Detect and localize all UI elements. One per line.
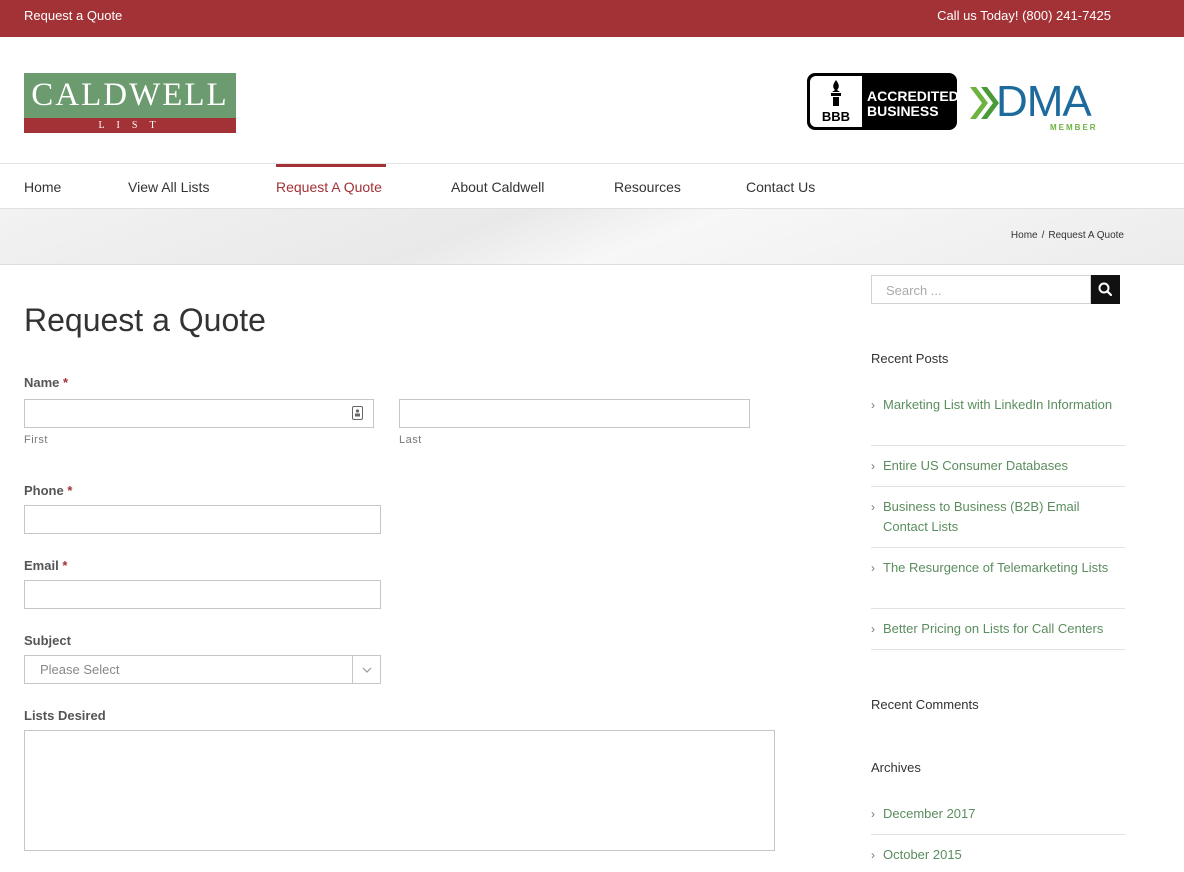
nav-home[interactable]: Home (24, 164, 61, 208)
chevron-right-icon: › (871, 848, 875, 862)
nav-resources[interactable]: Resources (614, 164, 681, 208)
required-mark: * (67, 483, 73, 498)
recent-post-item[interactable]: › Better Pricing on Lists for Call Cente… (871, 619, 1125, 650)
dma-text: DMA (996, 77, 1092, 126)
recent-post-item[interactable]: › Business to Business (B2B) Email Conta… (871, 497, 1125, 548)
recent-comments-heading: Recent Comments (871, 697, 979, 712)
page-title: Request a Quote (24, 302, 266, 338)
archives-heading: Archives (871, 760, 921, 775)
subject-select[interactable]: Please Select (24, 655, 381, 684)
archive-item[interactable]: › December 2017 (871, 804, 1125, 835)
subject-label: Subject (24, 633, 71, 648)
sidebar-search-input[interactable]: Search ... (871, 275, 1091, 304)
recent-post-link[interactable]: Better Pricing on Lists for Call Centers (883, 619, 1125, 639)
bbb-accredited-badge: BBB ACCREDITED BUSINESS (807, 73, 959, 130)
required-mark: * (63, 375, 69, 390)
name-label-text: Name (24, 375, 60, 390)
logo-sub-text: LIST COMPANY (24, 118, 236, 146)
breadcrumb-current: Request A Quote (1048, 230, 1124, 241)
phone-label: Phone * (24, 483, 72, 498)
top-request-quote-link[interactable]: Request a Quote (24, 8, 122, 23)
first-sublabel: First (24, 434, 48, 446)
chevron-right-icon: › (871, 459, 875, 473)
page-title-bar: Home / Request A Quote (0, 209, 1184, 265)
bbb-seal-text: BBB (821, 109, 851, 124)
breadcrumb: Home / Request A Quote (1011, 230, 1124, 241)
recent-post-link[interactable]: The Resurgence of Telemarketing Lists (883, 558, 1125, 578)
caldwell-logo[interactable]: CALDWELL LIST COMPANY (24, 73, 236, 146)
contact-card-glyph (355, 409, 360, 417)
recent-post-item[interactable]: › Entire US Consumer Databases (871, 456, 1125, 487)
search-icon (1098, 282, 1113, 297)
nav-view-all-lists[interactable]: View All Lists (128, 164, 209, 208)
breadcrumb-separator: / (1041, 230, 1045, 241)
nav-about-caldwell[interactable]: About Caldwell (451, 164, 544, 208)
search-placeholder: Search ... (886, 283, 942, 298)
recent-post-item[interactable]: › The Resurgence of Telemarketing Lists (871, 558, 1125, 609)
first-name-input[interactable] (24, 399, 374, 428)
chevron-right-icon: › (871, 561, 875, 575)
last-name-input[interactable] (399, 399, 750, 428)
recent-post-link[interactable]: Business to Business (B2B) Email Contact… (883, 497, 1125, 537)
recent-post-link[interactable]: Marketing List with LinkedIn Information (883, 395, 1125, 415)
phone-input[interactable] (24, 505, 381, 534)
email-label-text: Email (24, 558, 59, 573)
select-arrow[interactable] (352, 656, 380, 683)
torch-icon (831, 80, 841, 106)
recent-posts-heading: Recent Posts (871, 351, 949, 366)
nav-request-a-quote[interactable]: Request A Quote (276, 164, 386, 208)
chevron-right-icon: › (871, 622, 875, 636)
main-nav: Home View All Lists Request A Quote Abou… (0, 163, 1184, 209)
chevron-right-icon: › (871, 807, 875, 821)
chevron-down-icon (362, 667, 372, 673)
search-button[interactable] (1091, 275, 1120, 304)
recent-post-link[interactable]: Entire US Consumer Databases (883, 456, 1125, 476)
name-label: Name * (24, 375, 68, 390)
top-phone-text: Call us Today! (800) 241-7425 (937, 8, 1111, 23)
phone-label-text: Phone (24, 483, 64, 498)
last-sublabel: Last (399, 434, 422, 446)
archive-item[interactable]: › October 2015 (871, 845, 1125, 872)
breadcrumb-home[interactable]: Home (1011, 230, 1038, 241)
dma-member-text: MEMBER (1050, 123, 1098, 132)
contact-card-icon[interactable] (352, 406, 363, 420)
subject-placeholder: Please Select (40, 662, 120, 677)
lists-desired-label: Lists Desired (24, 708, 106, 723)
logo-main-text: CALDWELL (24, 73, 236, 118)
recent-post-item[interactable]: › Marketing List with LinkedIn Informati… (871, 395, 1125, 446)
bbb-seal: BBB (810, 76, 862, 127)
bbb-line1: ACCREDITED (867, 88, 959, 104)
chevron-right-icon: › (871, 398, 875, 412)
dma-member-badge: DMA MEMBER (968, 77, 1118, 135)
email-input[interactable] (24, 580, 381, 609)
required-mark: * (62, 558, 68, 573)
lists-desired-textarea[interactable] (24, 730, 775, 851)
archive-link[interactable]: December 2017 (883, 804, 1125, 824)
archive-link[interactable]: October 2015 (883, 845, 1125, 865)
top-bar: Request a Quote Call us Today! (800) 241… (0, 0, 1184, 37)
bbb-line2: BUSINESS (867, 103, 939, 119)
chevron-right-icon: › (871, 500, 875, 514)
nav-contact-us[interactable]: Contact Us (746, 164, 815, 208)
email-label: Email * (24, 558, 67, 573)
